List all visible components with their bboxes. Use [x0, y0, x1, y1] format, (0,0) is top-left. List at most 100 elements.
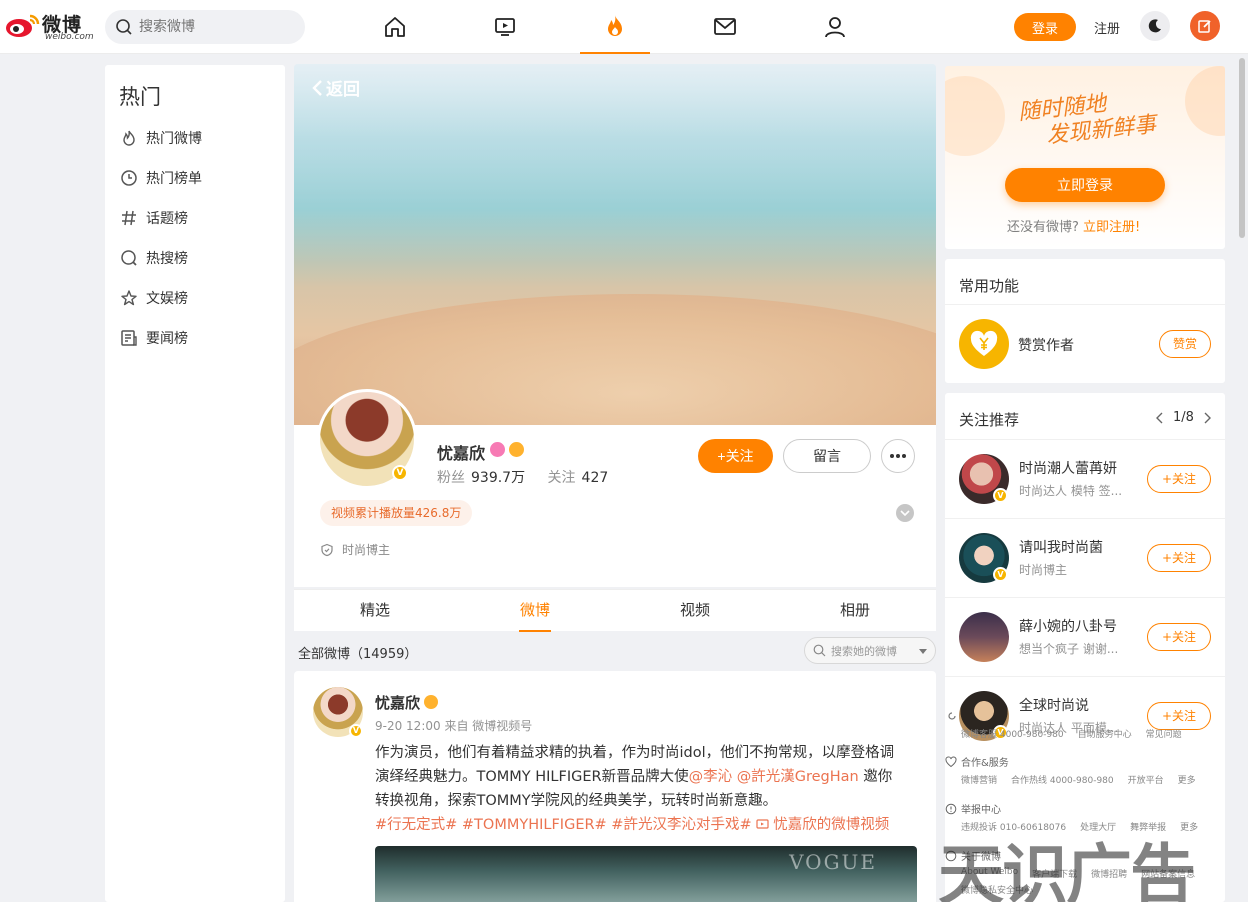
recommend-follow-button[interactable]: +关注 — [1147, 702, 1211, 730]
flame-icon — [123, 130, 135, 146]
footer-about-row-2: 微博隐私安全中心 — [961, 886, 1034, 896]
recommend-name[interactable]: 全球时尚说 — [1019, 695, 1089, 715]
caret-down-icon[interactable] — [919, 649, 927, 654]
sidebar-item-hot-search[interactable]: 热搜榜 — [120, 246, 188, 270]
nav-hot[interactable] — [580, 0, 650, 54]
recommend-pager: 1/8 — [1155, 410, 1212, 425]
profile-tag: 时尚博主 — [320, 541, 390, 558]
heart-icon — [945, 755, 957, 767]
more-options-button[interactable] — [881, 439, 915, 473]
chevron-left-icon — [312, 79, 322, 96]
search-box[interactable] — [105, 10, 305, 44]
tab-weibo[interactable]: 微博 — [495, 590, 575, 632]
main-column: 返回 V 忧嘉欣 粉丝 939.7万 关注 427 +关注 留言 视频累计播放量42… — [294, 64, 936, 902]
all-weibo-count: 全部微博（14959） — [298, 647, 418, 662]
profile-tabs: 精选 微博 视频 相册 — [294, 589, 936, 632]
sidebar-item-label: 要闻榜 — [146, 331, 188, 347]
back-button[interactable]: 返回 — [310, 75, 360, 100]
recommend-name[interactable]: 薛小婉的八卦号 — [1019, 616, 1117, 636]
compose-button[interactable] — [1190, 11, 1220, 41]
sidebar-item-topics[interactable]: 话题榜 — [120, 206, 188, 230]
sidebar-title: 热门 — [119, 85, 161, 109]
following-count[interactable]: 427 — [582, 470, 609, 486]
mention-link[interactable]: @李沁 — [689, 769, 733, 785]
scrollbar-thumb[interactable] — [1239, 58, 1245, 238]
footer-about-row: About Weibo 客户端下载 微博招聘 网站备案信息 — [961, 867, 1196, 880]
chevron-right-icon[interactable] — [1202, 412, 1212, 424]
sidebar-item-label: 热搜榜 — [146, 251, 188, 267]
media-watermark: VOGUE — [789, 850, 877, 874]
crown-badge-icon — [509, 442, 524, 457]
reward-button[interactable]: 赞赏 — [1159, 330, 1211, 358]
help-icon — [948, 712, 956, 720]
fans-count[interactable]: 939.7万 — [471, 470, 525, 486]
hashtag-icon — [122, 210, 136, 226]
follow-button[interactable]: +关注 — [698, 439, 773, 473]
nav-profile[interactable] — [800, 0, 870, 54]
sidebar-item-label: 热门微博 — [146, 131, 202, 147]
video-link-icon — [756, 819, 769, 829]
hashtag-links[interactable]: #行无定式# #TOMMYHILFIGER# #許光汉李沁对手戏# — [375, 817, 756, 833]
message-button[interactable]: 留言 — [783, 439, 871, 473]
post-video-thumbnail[interactable]: VOGUE — [375, 846, 917, 902]
reward-icon — [959, 319, 1009, 369]
sidebar-item-hot-list[interactable]: 热门榜单 — [120, 166, 202, 190]
nav-video[interactable] — [470, 0, 540, 54]
register-link[interactable]: 注册 — [1094, 18, 1120, 37]
chevron-left-icon[interactable] — [1155, 412, 1165, 424]
recommend-item[interactable]: V 请叫我时尚菌 时尚博主 +关注 — [945, 518, 1225, 597]
profile-search-box[interactable]: 搜索她的微博 — [804, 637, 936, 664]
no-account-text: 还没有微博? 立即注册! — [1007, 220, 1141, 235]
follow-recommend-card: 关注推荐 1/8 V 时尚潮人蕾苒妍 时尚达人 模特 签... +关注 V 请叫… — [945, 393, 1225, 902]
more-dots-icon — [890, 454, 906, 458]
message-icon — [714, 18, 736, 35]
tab-video[interactable]: 视频 — [655, 590, 735, 632]
login-now-button[interactable]: 立即登录 — [1005, 168, 1165, 202]
dark-mode-toggle[interactable] — [1140, 11, 1170, 41]
login-button[interactable]: 登录 — [1014, 13, 1076, 41]
member-badge-icon — [490, 442, 505, 457]
nav-message[interactable] — [690, 0, 760, 54]
heart-yen-icon — [970, 330, 998, 356]
post-meta[interactable]: 9-20 12:00 来自 微博视频号 — [375, 717, 532, 734]
feed-filter-row: 全部微博（14959） 搜索她的微博 — [294, 637, 936, 671]
recommend-name[interactable]: 请叫我时尚菌 — [1019, 537, 1103, 557]
profile-search-placeholder: 搜索她的微博 — [831, 645, 897, 658]
post-author[interactable]: 忧嘉欣 — [375, 692, 420, 713]
verified-badge-icon: V — [349, 724, 363, 738]
tab-album[interactable]: 相册 — [815, 590, 895, 632]
nav-home[interactable] — [360, 0, 430, 54]
search-input[interactable] — [139, 10, 299, 44]
shield-icon — [321, 543, 333, 556]
register-now-link[interactable]: 立即注册! — [1083, 220, 1140, 235]
reward-label: 赞赏作者 — [1018, 338, 1074, 354]
moon-icon — [1148, 19, 1161, 33]
recommend-item[interactable]: V 时尚潮人蕾苒妍 时尚达人 模特 签... +关注 — [945, 439, 1225, 518]
expand-profile-button[interactable] — [896, 504, 914, 522]
site-footer: 微博客服 4000-980-980 自助服务中心 常见问题 合作&服务 微博营销… — [945, 712, 1225, 902]
sidebar-item-entertainment[interactable]: 文娱榜 — [120, 286, 188, 310]
recommend-item[interactable]: 薛小婉的八卦号 想当个疯子 谢谢... +关注 — [945, 597, 1225, 676]
recommend-follow-button[interactable]: +关注 — [1147, 465, 1211, 493]
video-link[interactable]: 忧嘉欣的微博视频 — [756, 817, 889, 833]
recommend-avatar[interactable] — [959, 612, 1009, 662]
tab-featured[interactable]: 精选 — [335, 590, 415, 632]
video-play-count-badge: 视频累计播放量426.8万 — [320, 500, 473, 526]
weibo-logo[interactable]: 微博 weibo.com — [4, 6, 96, 44]
footer-coop-row: 微博营销 合作热线 4000-980-980 开放平台 更多 — [961, 776, 1196, 786]
mention-link[interactable]: @許光漢GregHan — [737, 769, 859, 785]
page-scrollbar[interactable] — [1236, 56, 1248, 902]
recommend-name[interactable]: 时尚潮人蕾苒妍 — [1019, 458, 1117, 478]
profile-name: 忧嘉欣 — [437, 444, 486, 463]
recommend-follow-button[interactable]: +关注 — [1147, 544, 1211, 572]
info-icon — [945, 803, 957, 814]
clock-icon — [121, 170, 137, 186]
recommend-follow-button[interactable]: +关注 — [1147, 623, 1211, 651]
sidebar-item-hot-weibo[interactable]: 热门微博 — [120, 126, 202, 150]
sidebar-item-label: 文娱榜 — [146, 291, 188, 307]
logo-subtext: weibo.com — [45, 32, 94, 42]
verified-badge-icon: V — [993, 488, 1008, 503]
card-title: 常用功能 — [959, 277, 1020, 295]
footer-about-head: 关于微博 — [945, 848, 1001, 863]
sidebar-item-news[interactable]: 要闻榜 — [120, 326, 188, 350]
